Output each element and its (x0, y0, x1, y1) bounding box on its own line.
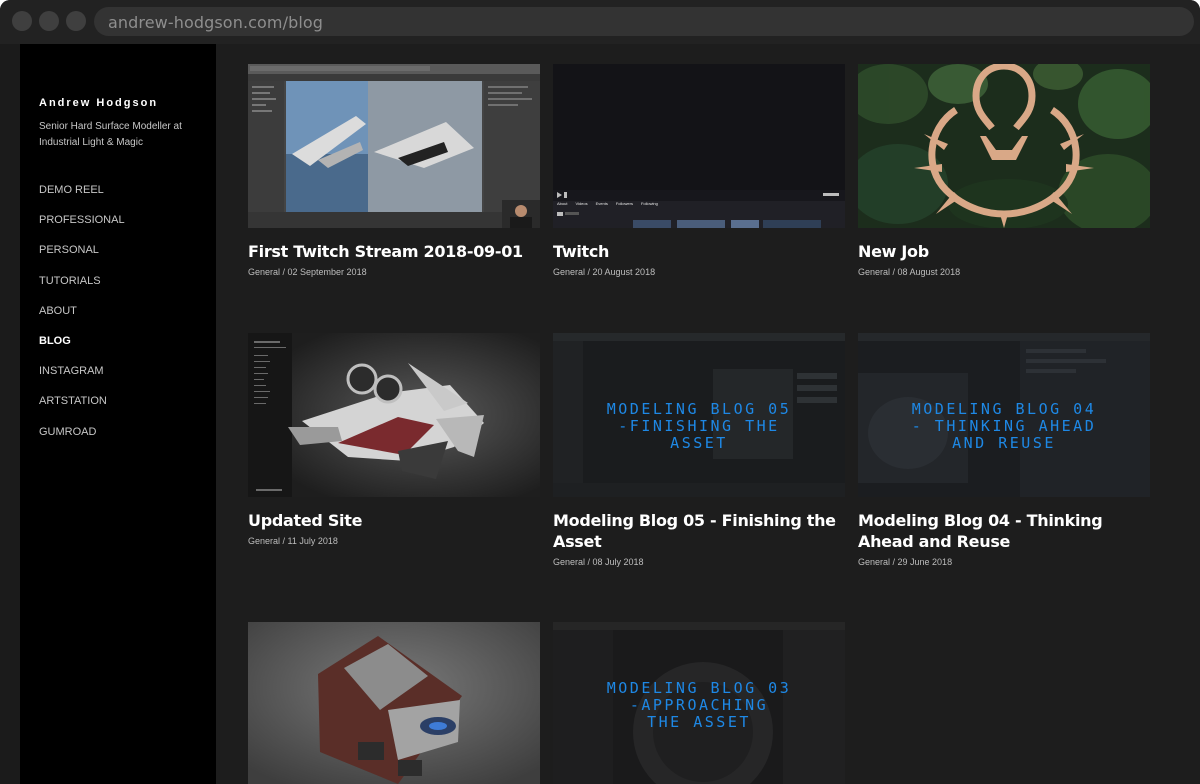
post-title[interactable]: Twitch (553, 241, 845, 262)
post-card: New Job General / 08 August 2018 (858, 64, 1150, 277)
site-title-link[interactable]: Andrew Hodgson (39, 97, 158, 109)
player-tabs: About Videos Events Followers Following (557, 201, 658, 206)
overlay-line: Modeling Blog 05 (606, 400, 792, 418)
nav-demo-reel[interactable]: DEMO REEL (39, 184, 125, 214)
post-thumbnail[interactable]: Modeling Blog 04 - Thinking Ahead And Re… (858, 333, 1150, 497)
address-bar[interactable]: andrew-hodgson.com/blog (94, 7, 1194, 36)
main-nav: DEMO REEL PROFESSIONAL PERSONAL TUTORIAL… (39, 184, 125, 456)
post-thumbnail[interactable] (248, 333, 540, 497)
player-tab: Following (640, 201, 658, 206)
overlay-line: And Reuse (952, 434, 1056, 452)
nav-about[interactable]: ABOUT (39, 305, 125, 335)
sidebar: Andrew Hodgson Senior Hard Surface Model… (20, 44, 216, 784)
nav-gumroad[interactable]: GUMROAD (39, 426, 125, 456)
post-title[interactable]: First Twitch Stream 2018-09-01 (248, 241, 540, 262)
post-title[interactable]: Modeling Blog 05 - Finishing the Asset (553, 510, 845, 552)
thumbnail-overlay-text: Modeling Blog 03 -Approaching The Asset (553, 680, 845, 731)
post-card (248, 622, 540, 784)
overlay-line: -Finishing The (618, 417, 780, 435)
post-thumbnail[interactable] (248, 64, 540, 228)
window-minimize-button[interactable] (39, 11, 59, 31)
post-title[interactable]: New Job (858, 241, 1150, 262)
nav-personal[interactable]: PERSONAL (39, 244, 125, 274)
post-thumbnail[interactable]: About Videos Events Followers Following (553, 64, 845, 228)
thumbnail-overlay-text: Modeling Blog 04 - Thinking Ahead And Re… (858, 401, 1150, 452)
post-card: Modeling Blog 03 -Approaching The Asset (553, 622, 845, 784)
post-card: Modeling Blog 05 -Finishing The Asset Mo… (553, 333, 845, 567)
thumbnail-overlay-text: Modeling Blog 05 -Finishing The Asset (553, 401, 845, 452)
browser-chrome: andrew-hodgson.com/blog (0, 0, 1200, 44)
post-card: First Twitch Stream 2018-09-01 General /… (248, 64, 540, 277)
post-thumbnail[interactable] (858, 64, 1150, 228)
post-card: About Videos Events Followers Following … (553, 64, 845, 277)
page: Andrew Hodgson Senior Hard Surface Model… (20, 44, 1200, 784)
address-text[interactable]: andrew-hodgson.com/blog (108, 13, 323, 32)
post-title[interactable]: Updated Site (248, 510, 540, 531)
post-thumbnail[interactable] (248, 622, 540, 784)
overlay-line: -Approaching (629, 696, 769, 714)
post-thumbnail[interactable]: Modeling Blog 03 -Approaching The Asset (553, 622, 845, 784)
post-meta: General / 08 July 2018 (553, 557, 644, 567)
post-thumbnail[interactable]: Modeling Blog 05 -Finishing The Asset (553, 333, 845, 497)
nav-tutorials[interactable]: TUTORIALS (39, 275, 125, 305)
post-card: Modeling Blog 04 - Thinking Ahead And Re… (858, 333, 1150, 567)
nav-professional[interactable]: PROFESSIONAL (39, 214, 125, 244)
window-maximize-button[interactable] (66, 11, 86, 31)
post-meta: General / 11 July 2018 (248, 536, 338, 546)
post-meta: General / 29 June 2018 (858, 557, 953, 567)
player-tab: Followers (615, 201, 633, 206)
post-title[interactable]: Modeling Blog 04 - Thinking Ahead and Re… (858, 510, 1150, 552)
nav-instagram[interactable]: INSTAGRAM (39, 365, 125, 395)
post-meta: General / 20 August 2018 (553, 267, 656, 277)
post-card: Updated Site General / 11 July 2018 (248, 333, 540, 546)
player-tab: Events (595, 201, 608, 206)
window-close-button[interactable] (12, 11, 32, 31)
player-tab: Videos (575, 201, 588, 206)
overlay-line: Asset (670, 434, 728, 452)
nav-blog[interactable]: BLOG (39, 335, 125, 365)
browser-window: andrew-hodgson.com/blog Andrew Hodgson S… (0, 0, 1200, 784)
overlay-line: Modeling Blog 03 (606, 679, 792, 697)
overlay-line: - Thinking Ahead (911, 417, 1097, 435)
nav-artstation[interactable]: ARTSTATION (39, 395, 125, 425)
site-tagline: Senior Hard Surface Modeller at Industri… (39, 121, 182, 148)
overlay-line: The Asset (647, 713, 751, 731)
player-tab: About (557, 201, 568, 206)
overlay-line: Modeling Blog 04 (911, 400, 1097, 418)
post-meta: General / 08 August 2018 (858, 267, 961, 277)
post-meta: General / 02 September 2018 (248, 267, 367, 277)
